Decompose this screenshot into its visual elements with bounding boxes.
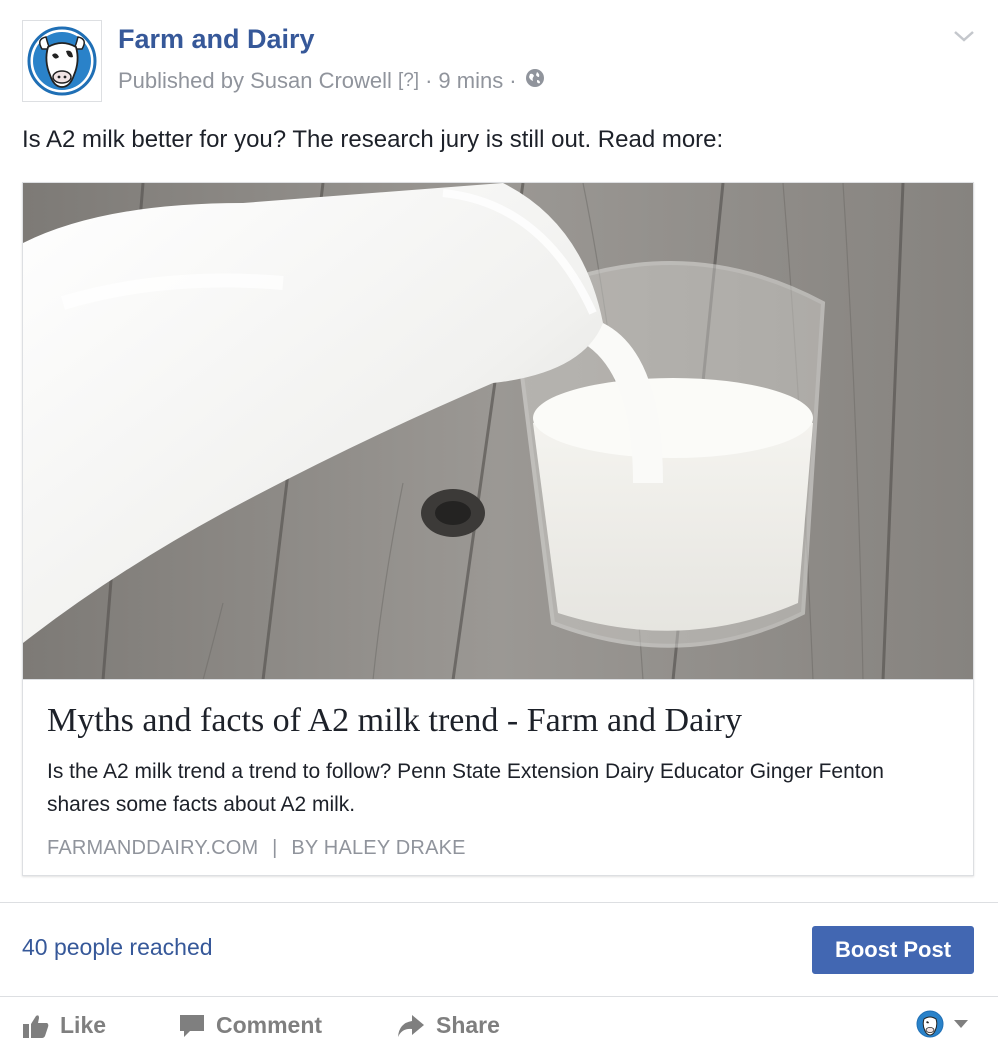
post-meta: Published by Susan Crowell [?] · 9 mins … bbox=[118, 68, 545, 94]
published-by[interactable]: Published by Susan Crowell bbox=[118, 68, 392, 94]
share-label: Share bbox=[436, 1012, 500, 1038]
post-timestamp[interactable]: 9 mins bbox=[438, 68, 503, 94]
link-domain: FARMANDDAIRY.COM bbox=[47, 837, 259, 859]
cow-avatar-icon bbox=[916, 1010, 944, 1038]
link-source: FARMANDDAIRY.COM | BY HALEY DRAKE bbox=[47, 837, 949, 860]
source-separator: | bbox=[272, 837, 278, 859]
globe-icon[interactable] bbox=[525, 68, 545, 94]
link-description: Is the A2 milk trend a trend to follow? … bbox=[47, 760, 884, 816]
cow-logo-icon bbox=[27, 26, 97, 96]
action-bar: Like Comment Share bbox=[0, 1004, 998, 1052]
page-name-link[interactable]: Farm and Dairy bbox=[118, 24, 315, 55]
comment-label: Comment bbox=[216, 1012, 323, 1038]
share-button[interactable]: Share bbox=[396, 1012, 500, 1039]
reach-link[interactable]: 40 people reached bbox=[22, 934, 213, 961]
post-card: Farm and Dairy Published by Susan Crowel… bbox=[0, 0, 998, 1058]
like-label: Like bbox=[60, 1012, 107, 1038]
thumbs-up-icon bbox=[23, 1014, 49, 1038]
help-marker[interactable]: [?] bbox=[398, 70, 419, 92]
link-byline: BY HALEY DRAKE bbox=[291, 837, 466, 859]
post-text: Is A2 milk better for you? The research … bbox=[22, 126, 724, 153]
caret-down-icon bbox=[954, 1020, 968, 1028]
meta-separator: · bbox=[425, 68, 433, 93]
link-preview-card[interactable]: Myths and facts of A2 milk trend - Farm … bbox=[22, 182, 974, 876]
divider bbox=[0, 902, 998, 903]
divider bbox=[0, 996, 998, 997]
link-title[interactable]: Myths and facts of A2 milk trend - Farm … bbox=[47, 699, 949, 743]
page-avatar[interactable] bbox=[22, 20, 102, 102]
boost-post-button[interactable]: Boost Post bbox=[812, 926, 974, 974]
link-preview-image[interactable] bbox=[23, 183, 973, 680]
chevron-down-icon[interactable] bbox=[952, 26, 976, 46]
like-button[interactable]: Like bbox=[22, 1012, 106, 1039]
post-as-selector[interactable] bbox=[916, 1010, 970, 1038]
meta-separator: · bbox=[509, 68, 517, 93]
comment-button[interactable]: Comment bbox=[178, 1012, 322, 1039]
comment-icon bbox=[180, 1014, 204, 1037]
share-arrow-icon bbox=[398, 1014, 424, 1037]
